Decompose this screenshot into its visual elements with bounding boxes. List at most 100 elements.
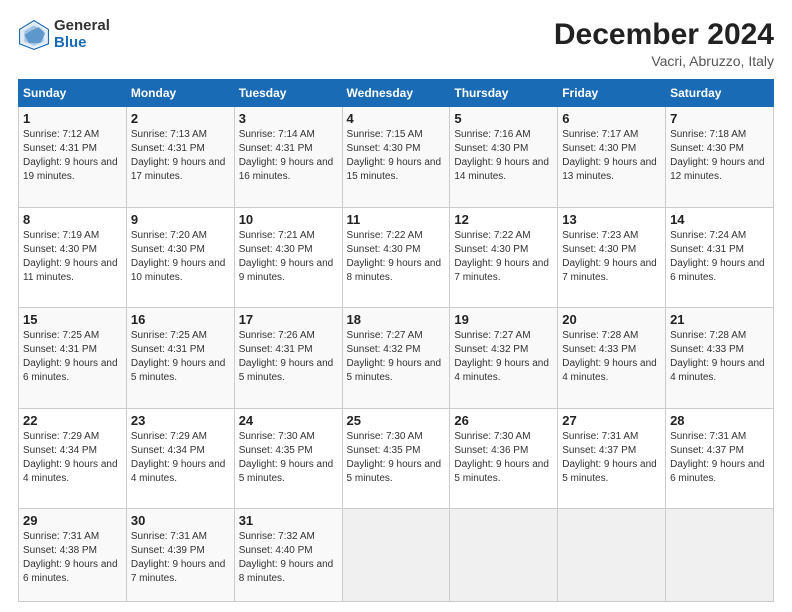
calendar-cell: 21 Sunrise: 7:28 AMSunset: 4:33 PMDayligh… <box>666 308 774 409</box>
day-info: Sunrise: 7:26 AMSunset: 4:31 PMDaylight:… <box>239 329 338 385</box>
day-number: 14 <box>670 212 769 227</box>
calendar-cell: 25Sunrise: 7:30 AMSunset: 4:35 PMDayligh… <box>342 408 450 509</box>
day-info: Sunrise: 7:25 AMSunset: 4:31 PMDaylight:… <box>131 329 230 385</box>
day-of-week-header: Thursday <box>450 80 558 107</box>
day-info: Sunrise: 7:31 AMSunset: 4:37 PMDaylight:… <box>670 430 769 486</box>
calendar-cell: 27 Sunrise: 7:31 AMSunset: 4:37 PMDayligh… <box>558 408 666 509</box>
day-info: Sunrise: 7:20 AMSunset: 4:30 PMDaylight:… <box>131 229 230 285</box>
calendar-cell <box>558 509 666 602</box>
calendar-week-row: 22 Sunrise: 7:29 AMSunset: 4:34 PMDayligh… <box>19 408 774 509</box>
day-of-week-header: Monday <box>126 80 234 107</box>
main-title: December 2024 <box>554 18 774 51</box>
header: General Blue December 2024 Vacri, Abruzz… <box>18 18 774 69</box>
day-number: 29 <box>23 513 122 528</box>
calendar-cell: 24 Sunrise: 7:30 AMSunset: 4:35 PMDayligh… <box>234 408 342 509</box>
day-number: 11 <box>347 212 446 227</box>
day-of-week-header: Wednesday <box>342 80 450 107</box>
day-info: Sunrise: 7:16 AMSunset: 4:30 PMDaylight:… <box>454 128 553 184</box>
subtitle: Vacri, Abruzzo, Italy <box>554 53 774 69</box>
day-number: 15 <box>23 312 122 327</box>
day-number: 22 <box>23 413 122 428</box>
day-number: 8 <box>23 212 122 227</box>
calendar-cell: 9 Sunrise: 7:20 AMSunset: 4:30 PMDaylight… <box>126 207 234 308</box>
day-info: Sunrise: 7:29 AMSunset: 4:34 PMDaylight:… <box>23 430 122 486</box>
day-number: 17 <box>239 312 338 327</box>
calendar-cell: 11 Sunrise: 7:22 AMSunset: 4:30 PMDayligh… <box>342 207 450 308</box>
day-number: 6 <box>562 111 661 126</box>
logo-text: General Blue <box>54 18 110 51</box>
day-number: 18 <box>347 312 446 327</box>
day-number: 10 <box>239 212 338 227</box>
calendar-cell: 12Sunrise: 7:22 AMSunset: 4:30 PMDayligh… <box>450 207 558 308</box>
day-info: Sunrise: 7:28 AMSunset: 4:33 PMDaylight:… <box>670 329 769 385</box>
day-number: 26 <box>454 413 553 428</box>
day-info: Sunrise: 7:30 AMSunset: 4:35 PMDaylight:… <box>239 430 338 486</box>
day-info: Sunrise: 7:15 AMSunset: 4:30 PMDaylight:… <box>347 128 446 184</box>
calendar-cell: 7Sunrise: 7:18 AMSunset: 4:30 PMDaylight… <box>666 107 774 208</box>
calendar-cell <box>342 509 450 602</box>
day-info: Sunrise: 7:27 AMSunset: 4:32 PMDaylight:… <box>347 329 446 385</box>
day-info: Sunrise: 7:27 AMSunset: 4:32 PMDaylight:… <box>454 329 553 385</box>
day-number: 19 <box>454 312 553 327</box>
calendar-cell: 20Sunrise: 7:28 AMSunset: 4:33 PMDayligh… <box>558 308 666 409</box>
calendar-cell: 18 Sunrise: 7:27 AMSunset: 4:32 PMDayligh… <box>342 308 450 409</box>
calendar-cell: 1 Sunrise: 7:12 AMSunset: 4:31 PMDaylight… <box>19 107 127 208</box>
calendar-week-row: 29 Sunrise: 7:31 AMSunset: 4:38 PMDayligh… <box>19 509 774 602</box>
calendar-table: SundayMondayTuesdayWednesdayThursdayFrid… <box>18 79 774 602</box>
calendar-week-row: 1 Sunrise: 7:12 AMSunset: 4:31 PMDaylight… <box>19 107 774 208</box>
day-number: 13 <box>562 212 661 227</box>
day-info: Sunrise: 7:18 AMSunset: 4:30 PMDaylight:… <box>670 128 769 184</box>
day-of-week-header: Sunday <box>19 80 127 107</box>
logo-icon <box>18 19 50 51</box>
day-of-week-header: Tuesday <box>234 80 342 107</box>
day-number: 23 <box>131 413 230 428</box>
day-number: 9 <box>131 212 230 227</box>
calendar-cell: 6 Sunrise: 7:17 AMSunset: 4:30 PMDaylight… <box>558 107 666 208</box>
calendar-cell: 19 Sunrise: 7:27 AMSunset: 4:32 PMDayligh… <box>450 308 558 409</box>
day-number: 27 <box>562 413 661 428</box>
day-info: Sunrise: 7:31 AMSunset: 4:39 PMDaylight:… <box>131 530 230 586</box>
calendar-cell: 31Sunrise: 7:32 AMSunset: 4:40 PMDayligh… <box>234 509 342 602</box>
day-number: 4 <box>347 111 446 126</box>
day-number: 28 <box>670 413 769 428</box>
calendar-cell: 29 Sunrise: 7:31 AMSunset: 4:38 PMDayligh… <box>19 509 127 602</box>
calendar-week-row: 15 Sunrise: 7:25 AMSunset: 4:31 PMDayligh… <box>19 308 774 409</box>
day-info: Sunrise: 7:31 AMSunset: 4:38 PMDaylight:… <box>23 530 122 586</box>
day-number: 24 <box>239 413 338 428</box>
day-info: Sunrise: 7:28 AMSunset: 4:33 PMDaylight:… <box>562 329 661 385</box>
calendar-cell: 5Sunrise: 7:16 AMSunset: 4:30 PMDaylight… <box>450 107 558 208</box>
calendar-cell: 26 Sunrise: 7:30 AMSunset: 4:36 PMDayligh… <box>450 408 558 509</box>
day-info: Sunrise: 7:12 AMSunset: 4:31 PMDaylight:… <box>23 128 122 184</box>
calendar-cell: 16 Sunrise: 7:25 AMSunset: 4:31 PMDayligh… <box>126 308 234 409</box>
day-info: Sunrise: 7:22 AMSunset: 4:30 PMDaylight:… <box>347 229 446 285</box>
day-number: 21 <box>670 312 769 327</box>
day-number: 16 <box>131 312 230 327</box>
title-block: December 2024 Vacri, Abruzzo, Italy <box>554 18 774 69</box>
calendar-cell: 28 Sunrise: 7:31 AMSunset: 4:37 PMDayligh… <box>666 408 774 509</box>
day-info: Sunrise: 7:21 AMSunset: 4:30 PMDaylight:… <box>239 229 338 285</box>
calendar-header-row: SundayMondayTuesdayWednesdayThursdayFrid… <box>19 80 774 107</box>
day-info: Sunrise: 7:24 AMSunset: 4:31 PMDaylight:… <box>670 229 769 285</box>
day-info: Sunrise: 7:29 AMSunset: 4:34 PMDaylight:… <box>131 430 230 486</box>
day-of-week-header: Friday <box>558 80 666 107</box>
calendar-cell: 23 Sunrise: 7:29 AMSunset: 4:34 PMDayligh… <box>126 408 234 509</box>
calendar-week-row: 8 Sunrise: 7:19 AMSunset: 4:30 PMDaylight… <box>19 207 774 308</box>
day-of-week-header: Saturday <box>666 80 774 107</box>
day-number: 30 <box>131 513 230 528</box>
day-info: Sunrise: 7:23 AMSunset: 4:30 PMDaylight:… <box>562 229 661 285</box>
day-number: 31 <box>239 513 338 528</box>
day-info: Sunrise: 7:30 AMSunset: 4:36 PMDaylight:… <box>454 430 553 486</box>
calendar-cell: 13 Sunrise: 7:23 AMSunset: 4:30 PMDayligh… <box>558 207 666 308</box>
calendar-cell: 3Sunrise: 7:14 AMSunset: 4:31 PMDaylight… <box>234 107 342 208</box>
day-info: Sunrise: 7:31 AMSunset: 4:37 PMDaylight:… <box>562 430 661 486</box>
calendar-cell <box>666 509 774 602</box>
day-number: 25 <box>347 413 446 428</box>
calendar-cell: 4 Sunrise: 7:15 AMSunset: 4:30 PMDaylight… <box>342 107 450 208</box>
day-number: 1 <box>23 111 122 126</box>
logo: General Blue <box>18 18 110 51</box>
calendar-cell: 14 Sunrise: 7:24 AMSunset: 4:31 PMDayligh… <box>666 207 774 308</box>
day-info: Sunrise: 7:17 AMSunset: 4:30 PMDaylight:… <box>562 128 661 184</box>
day-info: Sunrise: 7:14 AMSunset: 4:31 PMDaylight:… <box>239 128 338 184</box>
day-info: Sunrise: 7:19 AMSunset: 4:30 PMDaylight:… <box>23 229 122 285</box>
day-number: 2 <box>131 111 230 126</box>
